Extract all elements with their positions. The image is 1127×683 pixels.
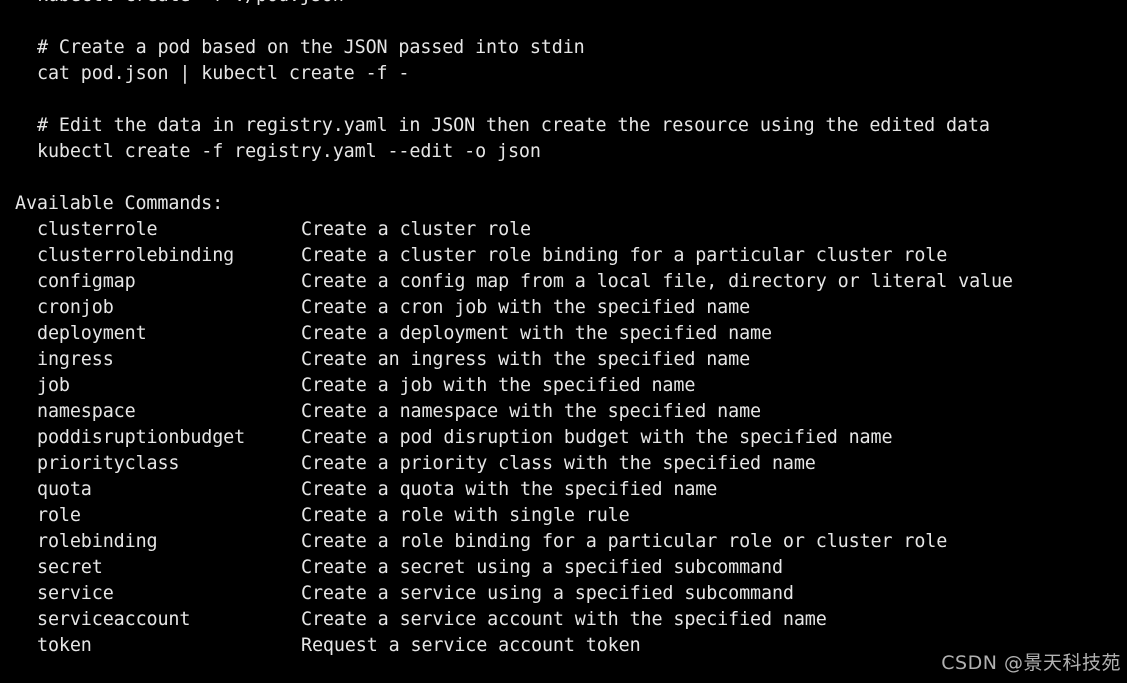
command-description: Create a priority class with the specifi… [301, 453, 816, 474]
command-row: serviceaccount Create a service account w… [15, 607, 1013, 633]
command-name: namespace [37, 401, 136, 422]
command-description: Create a role binding for a particular r… [301, 531, 948, 552]
command-name: poddisruptionbudget [37, 427, 246, 448]
command-row: secret Create a secret using a specified … [15, 555, 1013, 581]
command-description: Create a job with the specified name [301, 375, 696, 396]
command-row: configmap Create a config map from a loca… [15, 269, 1013, 295]
command-row: namespace Create a namespace with the spe… [15, 399, 1013, 425]
command-description: Create a cluster role binding for a part… [301, 245, 948, 266]
command-row: service Create a service using a specifie… [15, 581, 1013, 607]
command-description: Create a pod disruption budget with the … [301, 427, 893, 448]
command-name: role [37, 505, 81, 526]
command-name: job [37, 375, 70, 396]
command-name: rolebinding [37, 531, 158, 552]
command-description: Create a quota with the specified name [301, 479, 718, 500]
command-name: clusterrolebinding [37, 245, 235, 266]
command-description: Request a service account token [301, 635, 641, 656]
command-row: ingress Create an ingress with the specif… [15, 347, 1013, 373]
command-row: clusterrole Create a cluster role [15, 217, 1013, 243]
command-name: service [37, 583, 114, 604]
example-comment: # Edit the data in registry.yaml in JSON… [37, 115, 990, 136]
command-row: rolebinding Create a role binding for a p… [15, 529, 1013, 555]
command-row: priorityclass Create a priority class wit… [15, 451, 1013, 477]
command-row: quota Create a quota with the specified n… [15, 477, 1013, 503]
command-row: job Create a job with the specified name [15, 373, 1013, 399]
example-command: kubectl create -f ./pod.json [15, 0, 1013, 9]
command-row: clusterrolebinding Create a cluster role … [15, 243, 1013, 269]
command-name: priorityclass [37, 453, 180, 474]
command-name: deployment [37, 323, 147, 344]
command-name: clusterrole [37, 219, 158, 240]
available-commands-header: Available Commands: [15, 193, 224, 214]
command-row: role Create a role with single rule [15, 503, 1013, 529]
command-description: Create a deployment with the specified n… [301, 323, 772, 344]
command-name: configmap [37, 271, 136, 292]
command-description: Create a namespace with the specified na… [301, 401, 761, 422]
command-description: Create a secret using a specified subcom… [301, 557, 783, 578]
command-description: Create a config map from a local file, d… [301, 271, 1013, 292]
command-row: cronjob Create a cron job with the specif… [15, 295, 1013, 321]
command-description: Create a service using a specified subco… [301, 583, 794, 604]
command-name: serviceaccount [37, 609, 191, 630]
command-name: token [37, 635, 92, 656]
terminal-output: kubectl create -f ./pod.json # Create a … [15, 0, 1013, 659]
command-description: Create an ingress with the specified nam… [301, 349, 751, 370]
command-description: Create a cron job with the specified nam… [301, 297, 751, 318]
terminal-window[interactable]: kubectl create -f ./pod.json # Create a … [0, 0, 1127, 683]
example-command: kubectl create -f registry.yaml --edit -… [37, 141, 541, 162]
command-description: Create a service account with the specif… [301, 609, 827, 630]
csdn-watermark: CSDN @景天科技苑 [941, 652, 1121, 674]
command-name: secret [37, 557, 103, 578]
example-command: cat pod.json | kubectl create -f - [37, 63, 410, 84]
command-description: Create a role with single rule [301, 505, 630, 526]
command-row: deployment Create a deployment with the s… [15, 321, 1013, 347]
example-comment: # Create a pod based on the JSON passed … [37, 37, 585, 58]
command-row: token Request a service account token [15, 633, 1013, 659]
command-row: poddisruptionbudget Create a pod disrupti… [15, 425, 1013, 451]
command-name: quota [37, 479, 92, 500]
command-description: Create a cluster role [301, 219, 531, 240]
command-name: ingress [37, 349, 114, 370]
command-name: cronjob [37, 297, 114, 318]
